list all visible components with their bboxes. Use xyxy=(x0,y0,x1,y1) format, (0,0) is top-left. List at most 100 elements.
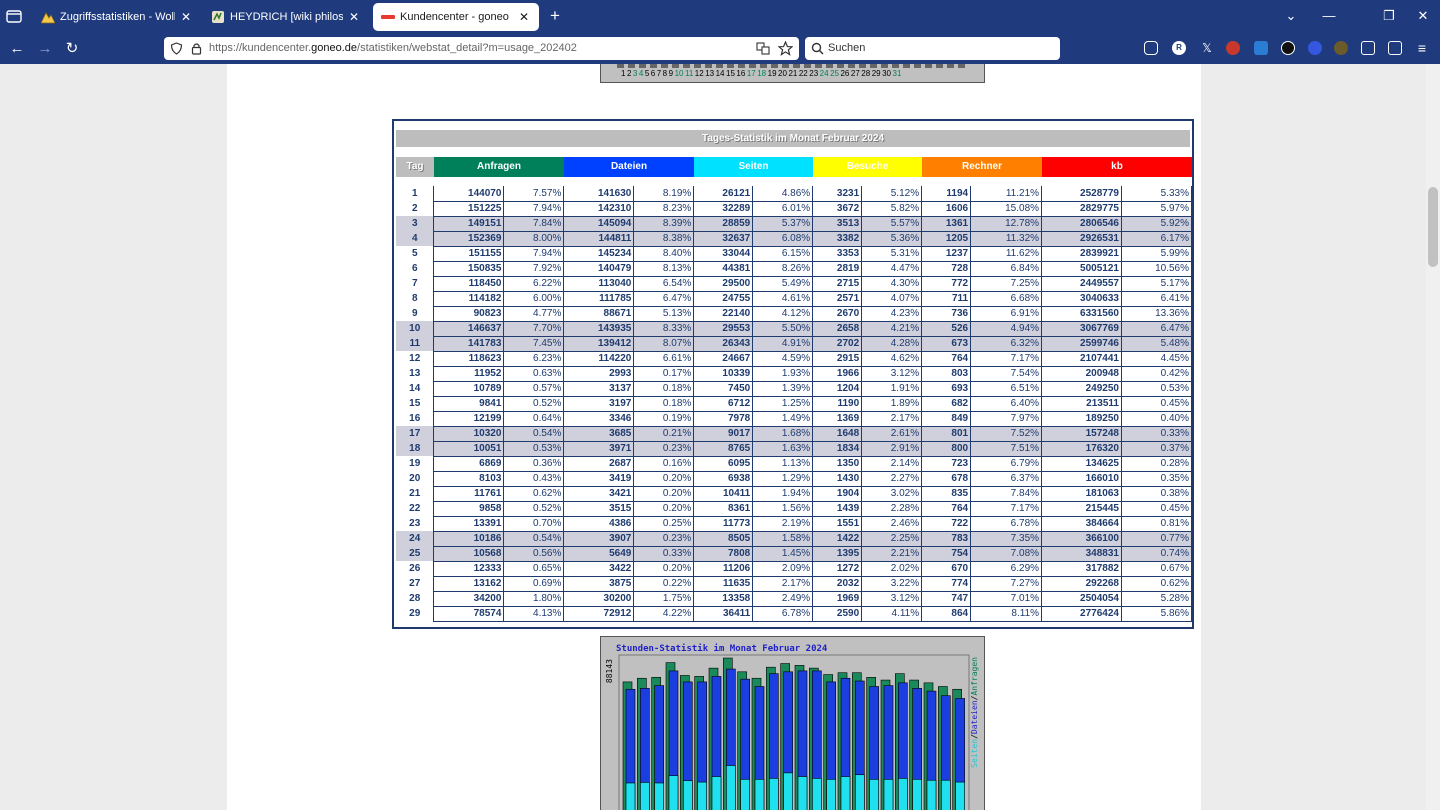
menu-hamburger-icon[interactable]: ≡ xyxy=(1415,41,1429,55)
value-cell: 32289 xyxy=(693,201,754,217)
value-cell: 144070 xyxy=(433,186,505,202)
screenshot-icon[interactable] xyxy=(1388,41,1402,55)
value-cell: 2449557 xyxy=(1041,276,1122,292)
value-cell: 3971 xyxy=(563,441,635,457)
percent-cell: 1.80% xyxy=(503,591,565,607)
value-cell: 3875 xyxy=(563,576,635,592)
extension-brown-icon[interactable] xyxy=(1334,41,1348,55)
close-tab-icon[interactable]: ✕ xyxy=(179,10,193,24)
percent-cell: 0.35% xyxy=(1121,471,1193,487)
reload-button[interactable]: ↻ xyxy=(62,39,82,59)
bar-seiten-hour-16 xyxy=(855,774,865,810)
extension-dark-icon[interactable] xyxy=(1281,41,1295,55)
value-cell: 8103 xyxy=(433,471,505,487)
percent-cell: 0.56% xyxy=(503,546,565,562)
percent-cell: 7.84% xyxy=(970,486,1043,502)
percent-cell: 4.94% xyxy=(970,321,1043,337)
minimize-window-button[interactable]: — xyxy=(1320,8,1338,24)
extension-x-icon[interactable]: 𝕏 xyxy=(1200,41,1214,55)
percent-cell: 1.93% xyxy=(752,366,814,382)
forward-button[interactable]: → xyxy=(35,39,55,59)
percent-cell: 4.21% xyxy=(861,321,923,337)
list-all-tabs-icon[interactable] xyxy=(6,9,22,23)
percent-cell: 5.28% xyxy=(1121,591,1193,607)
day-label: 28 xyxy=(861,69,871,78)
percent-cell: 6.78% xyxy=(752,606,814,622)
close-window-button[interactable]: ✕ xyxy=(1414,8,1432,24)
value-cell: 682 xyxy=(921,396,972,412)
value-cell: 30200 xyxy=(563,591,635,607)
ublock-icon[interactable] xyxy=(1226,41,1240,55)
table-row: 29 78574 4.13% 72912 4.22% 36411 6.78% 2590 4.11… xyxy=(396,606,1193,622)
address-bar[interactable]: https://kundencenter.goneo.de/statistike… xyxy=(164,37,799,60)
value-cell: 348831 xyxy=(1041,546,1122,562)
percent-cell: 8.39% xyxy=(633,216,695,232)
percent-cell: 7.27% xyxy=(970,576,1043,592)
value-cell: 152369 xyxy=(433,231,505,247)
table-title: Tages-Statistik im Monat Februar 2024 xyxy=(396,130,1190,147)
tab-zugriffsstatistiken[interactable]: Zugriffsstatistiken - Wolkenstein ✕ xyxy=(33,3,201,31)
extension-translate-icon[interactable] xyxy=(1254,41,1268,55)
profile-r-icon[interactable]: R xyxy=(1172,41,1186,55)
value-cell: 2806546 xyxy=(1041,216,1122,232)
table-row: 19 6869 0.36% 2687 0.16% 6095 1.13% 1350 2.14% 72… xyxy=(396,456,1193,472)
percent-cell: 8.40% xyxy=(633,246,695,262)
value-cell: 2571 xyxy=(812,291,863,307)
bar-seiten-hour-15 xyxy=(840,776,851,810)
bookmark-star-icon[interactable] xyxy=(778,41,793,56)
close-tab-icon[interactable]: ✕ xyxy=(347,10,361,24)
close-tab-icon[interactable]: ✕ xyxy=(517,10,531,24)
translate-icon[interactable] xyxy=(756,42,770,55)
percent-cell: 6.32% xyxy=(970,336,1043,352)
value-cell: 2715 xyxy=(812,276,863,292)
value-cell: 754 xyxy=(921,546,972,562)
value-cell: 1190 xyxy=(812,396,863,412)
bar-seiten-hour-19 xyxy=(898,778,908,810)
value-cell: 118450 xyxy=(433,276,505,292)
percent-cell: 0.40% xyxy=(1121,411,1193,427)
value-cell: 34200 xyxy=(433,591,505,607)
tab-kundencenter[interactable]: Kundencenter - goneo ✕ xyxy=(373,3,539,31)
tab-heydrich[interactable]: HEYDRICH [wiki philosophica] ✕ xyxy=(203,3,369,31)
value-cell: 292268 xyxy=(1041,576,1122,592)
day-label: 16 xyxy=(736,69,746,78)
back-button[interactable]: ← xyxy=(7,39,27,59)
value-cell: 166010 xyxy=(1041,471,1122,487)
lock-icon[interactable] xyxy=(191,42,202,55)
day-cell: 7 xyxy=(411,278,418,289)
search-bar[interactable]: Suchen xyxy=(805,37,1060,60)
value-cell: 150835 xyxy=(433,261,505,277)
percent-cell: 1.39% xyxy=(752,381,814,397)
new-tab-button[interactable]: + xyxy=(545,6,565,26)
percent-cell: 2.27% xyxy=(861,471,923,487)
url-text[interactable]: https://kundencenter.goneo.de/statistike… xyxy=(209,42,577,54)
scrollbar-thumb[interactable] xyxy=(1428,187,1438,267)
percent-cell: 0.57% xyxy=(503,381,565,397)
value-cell: 144811 xyxy=(563,231,635,247)
day-label: 20 xyxy=(778,69,787,78)
pocket-icon[interactable] xyxy=(1144,41,1158,55)
day-cell: 15 xyxy=(409,398,421,409)
percent-cell: 1.45% xyxy=(752,546,814,562)
percent-cell: 1.29% xyxy=(752,471,814,487)
restore-window-button[interactable]: ❐ xyxy=(1380,8,1398,24)
percent-cell: 2.21% xyxy=(861,546,923,562)
day-label: 3 xyxy=(632,69,638,78)
percent-cell: 5.31% xyxy=(861,246,923,262)
day-cell: 11 xyxy=(396,336,434,351)
tab-overflow-chevron-icon[interactable]: ⌄ xyxy=(1282,8,1300,24)
table-row: 20 8103 0.43% 3419 0.20% 6938 1.29% 1430 2.27% 67… xyxy=(396,471,1193,487)
value-cell: 139412 xyxy=(563,336,635,352)
percent-cell: 4.86% xyxy=(752,186,814,202)
percent-cell: 0.77% xyxy=(1121,531,1193,547)
extensions-puzzle-icon[interactable] xyxy=(1361,41,1375,55)
percent-cell: 6.54% xyxy=(633,276,695,292)
value-cell: 7450 xyxy=(693,381,754,397)
bar-seiten-hour-21 xyxy=(926,779,937,810)
day-cell: 29 xyxy=(409,608,421,619)
value-cell: 3685 xyxy=(563,426,635,442)
tracking-protection-shield-icon[interactable] xyxy=(170,42,183,55)
value-cell: 384664 xyxy=(1041,516,1122,532)
page-scrollbar[interactable] xyxy=(1426,64,1440,810)
extension-blue-icon[interactable] xyxy=(1308,41,1322,55)
